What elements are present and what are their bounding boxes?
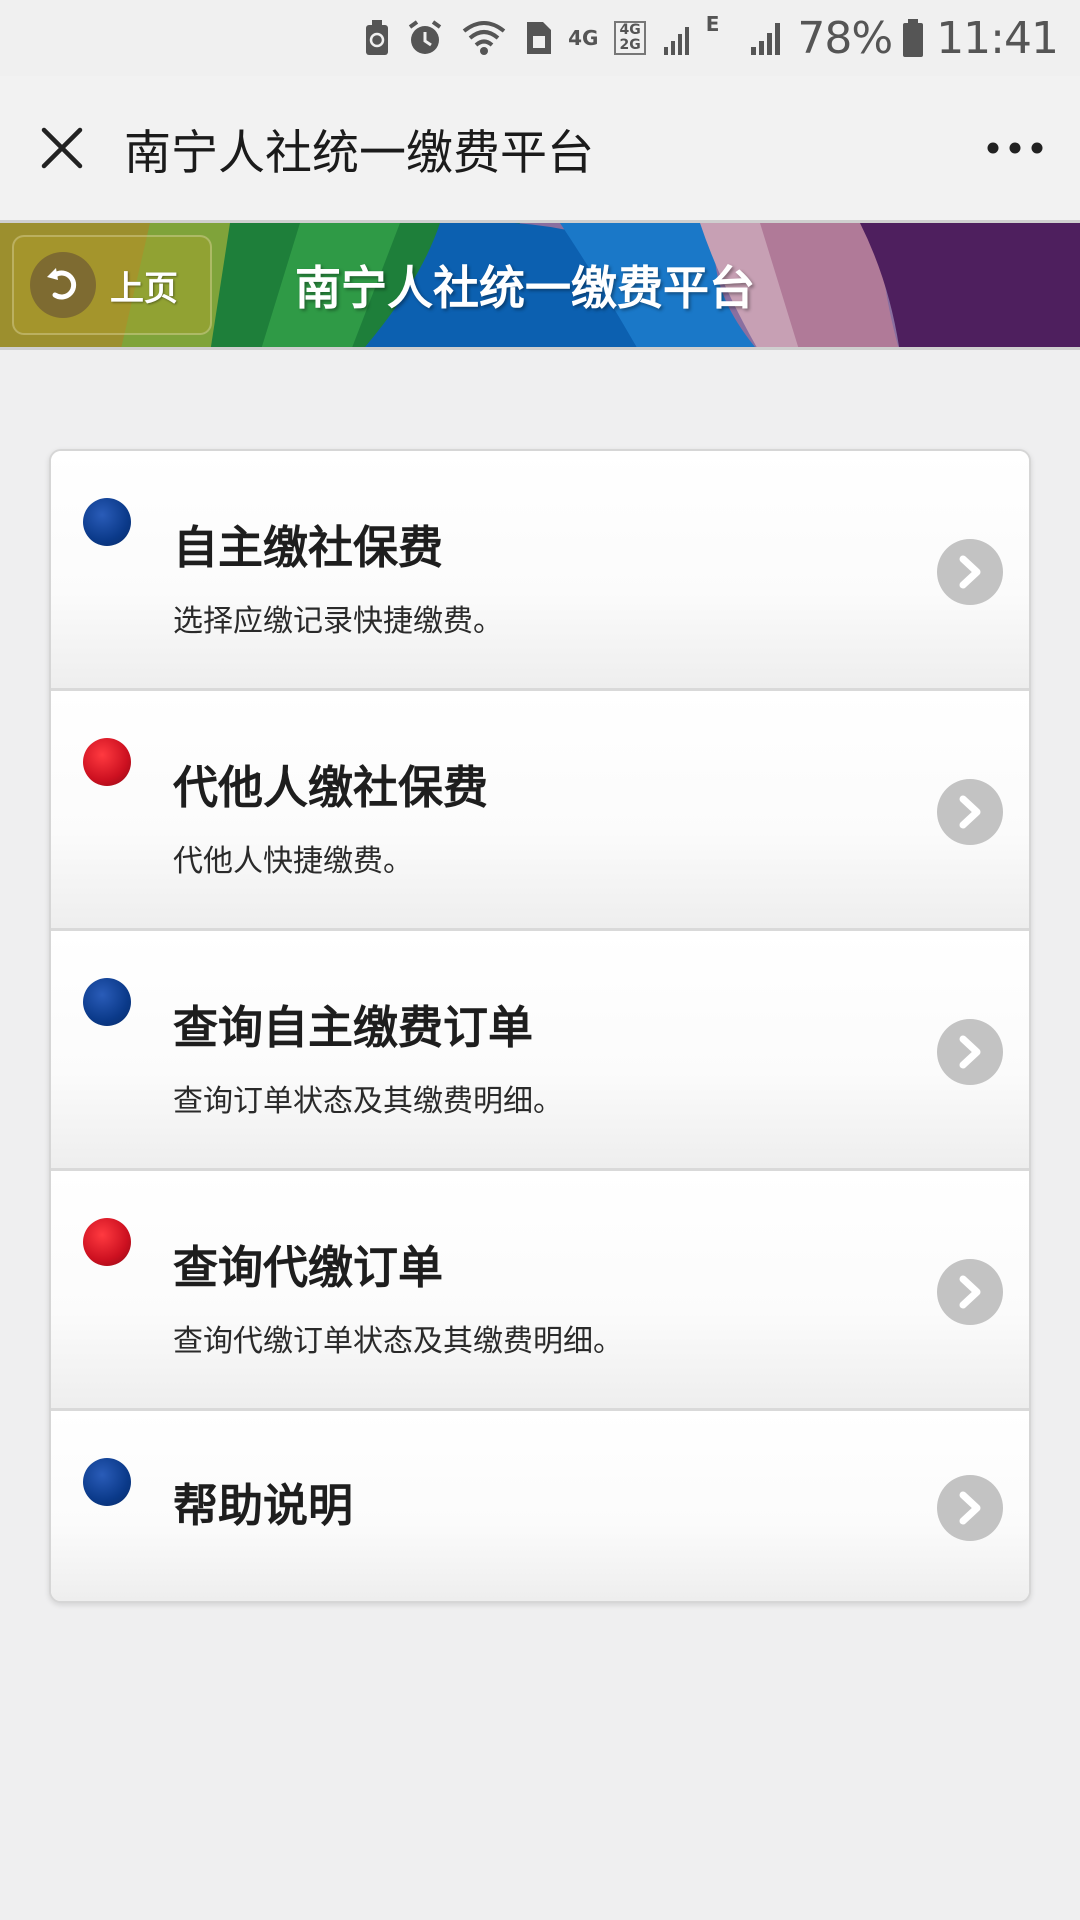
menu-item-desc: 代他人快捷缴费。 xyxy=(173,844,413,879)
menu-item-desc: 查询订单状态及其缴费明细。 xyxy=(173,1084,563,1119)
chevron-right-icon xyxy=(937,1475,1003,1541)
menu-item-help[interactable]: 帮助说明 xyxy=(51,1411,1029,1601)
chevron-right-icon xyxy=(937,779,1003,845)
signal-4g2g-icon: 4G 2G xyxy=(614,21,646,55)
recycle-battery-icon xyxy=(364,19,390,57)
sim-icon xyxy=(524,19,554,57)
banner-title: 南宁人社统一缴费平台 xyxy=(295,261,755,315)
menu-list: 自主缴社保费 选择应缴记录快捷缴费。 代他人缴社保费 代他人快捷缴费。 查询自主… xyxy=(49,449,1031,1603)
nav-bar: 南宁人社统一缴费平台 xyxy=(0,76,1080,220)
menu-item-title: 查询代缴订单 xyxy=(173,1241,444,1294)
menu-item-pay-for-others[interactable]: 代他人缴社保费 代他人快捷缴费。 xyxy=(51,691,1029,931)
blue-dot-icon xyxy=(83,978,131,1026)
back-arrow-icon xyxy=(30,252,96,318)
network-4g2g-bottom: 2G xyxy=(619,37,641,53)
blue-dot-icon xyxy=(83,498,131,546)
clock-time: 11:41 xyxy=(936,12,1059,64)
wifi-icon xyxy=(460,19,508,57)
alarm-icon xyxy=(406,19,444,57)
chevron-right-icon xyxy=(937,1259,1003,1325)
network-e-label: E xyxy=(705,12,720,36)
blue-dot-icon xyxy=(83,1458,131,1506)
menu-item-query-proxy-orders[interactable]: 查询代缴订单 查询代缴订单状态及其缴费明细。 xyxy=(51,1171,1029,1411)
battery-percent: 78% xyxy=(797,12,893,64)
menu-item-title: 自主缴社保费 xyxy=(173,521,444,574)
menu-item-desc: 查询代缴订单状态及其缴费明细。 xyxy=(173,1324,623,1359)
status-bar: 4G 4G 2G E 78% 11:41 xyxy=(0,0,1080,76)
battery-icon xyxy=(902,18,924,58)
chevron-right-icon xyxy=(937,539,1003,605)
red-dot-icon xyxy=(83,738,131,786)
menu-item-desc: 选择应缴记录快捷缴费。 xyxy=(173,604,503,639)
signal-bars-icon-1 xyxy=(662,19,692,57)
more-button[interactable] xyxy=(950,76,1080,220)
back-button[interactable]: 上页 xyxy=(12,235,212,335)
network-4g-label: 4G xyxy=(568,26,599,50)
red-dot-icon xyxy=(83,1218,131,1266)
close-icon xyxy=(41,127,83,169)
close-button[interactable] xyxy=(0,76,124,220)
menu-item-title: 代他人缴社保费 xyxy=(173,761,489,814)
signal-icon xyxy=(749,19,785,57)
menu-item-title: 查询自主缴费订单 xyxy=(173,1001,534,1054)
network-4g2g-top: 4G xyxy=(619,22,641,38)
menu-item-title: 帮助说明 xyxy=(173,1479,354,1532)
header-banner: 上页 南宁人社统一缴费平台 xyxy=(0,220,1080,350)
menu-item-self-pay[interactable]: 自主缴社保费 选择应缴记录快捷缴费。 xyxy=(51,451,1029,691)
chevron-right-icon xyxy=(937,1019,1003,1085)
more-icon xyxy=(987,142,1043,154)
menu-item-query-self-orders[interactable]: 查询自主缴费订单 查询订单状态及其缴费明细。 xyxy=(51,931,1029,1171)
back-label: 上页 xyxy=(110,268,178,309)
page-title: 南宁人社统一缴费平台 xyxy=(124,125,594,181)
